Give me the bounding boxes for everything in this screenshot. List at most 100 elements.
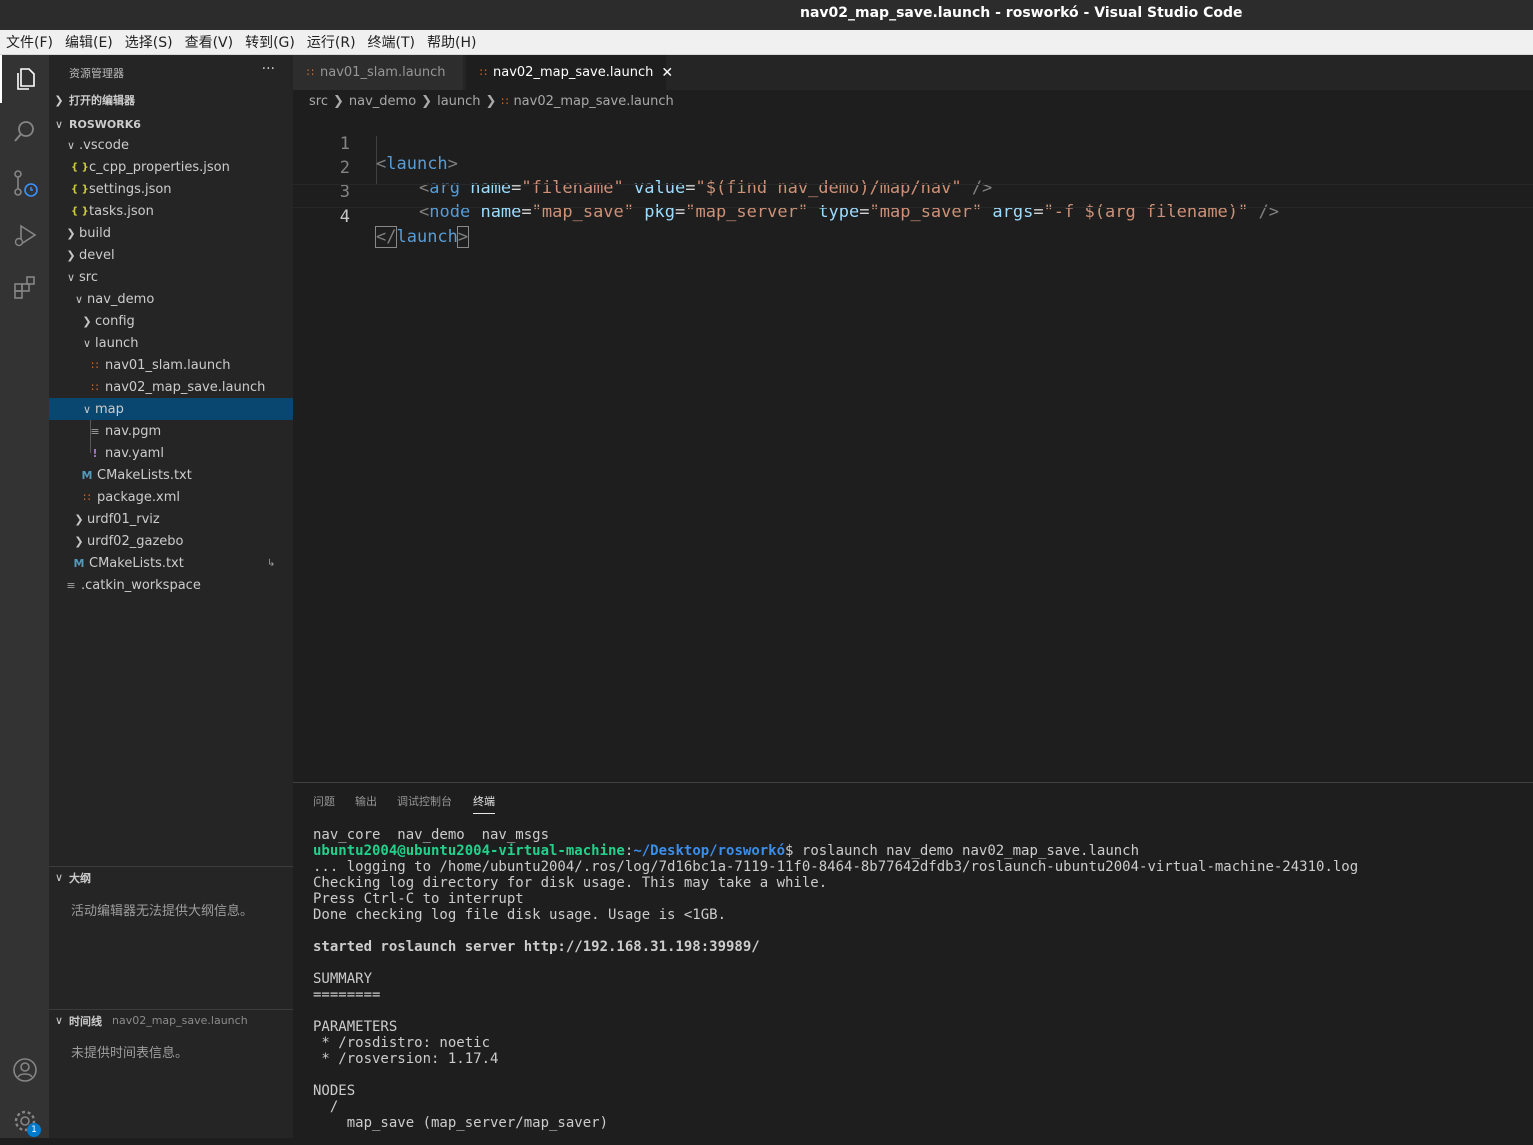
extensions-icon[interactable] (0, 263, 49, 311)
tree-folder-map[interactable]: ∨ map (49, 398, 293, 420)
cmake-icon: M (73, 556, 85, 570)
tree-label: nav.yaml (105, 445, 164, 461)
tree-file[interactable]: ∷ nav02_map_save.launch (49, 376, 293, 398)
terminal-line: started roslaunch server http://192.168.… (313, 939, 760, 955)
breadcrumb-launch[interactable]: launch (437, 94, 480, 109)
menu-help[interactable]: 帮助(H) (427, 32, 476, 52)
terminal-prompt-line: ubuntu2004@ubuntu2004-virtual-machine:~/… (313, 843, 1140, 859)
tree-file[interactable]: ≡ .catkin_workspace (49, 574, 293, 596)
rss-icon: ∷ (480, 66, 487, 79)
tree-label: src (79, 269, 98, 285)
tab-problems[interactable]: 问题 (313, 793, 335, 809)
outline-section[interactable]: ∨ 大纲 (49, 866, 293, 888)
tree-folder-urdf01[interactable]: ❯ urdf01_rviz (49, 508, 293, 530)
tree-label: package.xml (97, 489, 180, 505)
json-icon: { } (71, 183, 89, 195)
breadcrumb-file[interactable]: nav02_map_save.launch (513, 94, 673, 109)
menu-file[interactable]: 文件(F) (6, 32, 53, 52)
breadcrumb-src[interactable]: src (309, 94, 328, 109)
menu-run[interactable]: 运行(R) (307, 32, 356, 52)
tab-output[interactable]: 输出 (355, 793, 377, 809)
terminal-blank (313, 955, 1358, 971)
rss-icon: ∷ (83, 490, 91, 504)
terminal-line: NODES (313, 1083, 356, 1099)
tab-label: nav01_slam.launch (320, 65, 446, 80)
terminal-blank (313, 1067, 1358, 1083)
menu-view[interactable]: 查看(V) (185, 32, 234, 52)
tree-file[interactable]: { } settings.json (49, 178, 293, 200)
tree-label: .catkin_workspace (81, 577, 201, 593)
tree-label: map (95, 401, 124, 417)
tree-file[interactable]: M CMakeLists.txt (49, 464, 293, 486)
terminal-line: PARAMETERS (313, 1019, 398, 1035)
terminal-blank (313, 923, 1358, 939)
tree-label: nav_demo (87, 291, 155, 307)
activity-bar: 1 (0, 55, 49, 1138)
title-bar: nav02_map_save.launch - rosworkó - Visua… (0, 0, 1533, 30)
tree-file[interactable]: ≡ nav.pgm (49, 420, 293, 442)
more-actions-icon[interactable]: ··· (262, 61, 275, 77)
tree-folder-nav-demo[interactable]: ∨ nav_demo (49, 288, 293, 310)
tree-label: nav02_map_save.launch (105, 379, 266, 395)
timeline-file: nav02_map_save.launch (112, 1014, 248, 1027)
lines-icon: ≡ (90, 424, 100, 438)
line-number: 4 (339, 207, 350, 227)
code-line: 2 <arg name="filename" value="$(find nav… (293, 136, 1533, 198)
menu-selection[interactable]: 选择(S) (125, 32, 173, 52)
timeline-title: 时间线 (69, 1014, 102, 1028)
tree-folder-vscode[interactable]: ∨ .vscode (49, 134, 293, 156)
account-icon[interactable] (0, 1046, 49, 1094)
tree-file[interactable]: ! nav.yaml (49, 442, 293, 464)
tab-debug-console[interactable]: 调试控制台 (397, 793, 452, 809)
close-icon[interactable]: ✕ (661, 65, 673, 81)
code-text: </launch> (374, 226, 470, 248)
yaml-icon: ! (92, 446, 98, 460)
timeline-section[interactable]: ∨ 时间线 nav02_map_save.launch (49, 1009, 293, 1031)
chevron-right-icon: ❯ (485, 93, 497, 109)
run-debug-icon[interactable] (0, 211, 49, 259)
breadcrumb: src ❯ nav_demo ❯ launch ❯ ∷ nav02_map_save.… (293, 90, 1533, 112)
tree-folder-launch[interactable]: ∨ launch (49, 332, 293, 354)
chevron-right-icon: ❯ (66, 226, 76, 240)
sidebar-title: 资源管理器 (69, 67, 124, 80)
tab-nav01-slam[interactable]: ∷ nav01_slam.launch (293, 55, 463, 90)
json-icon: { } (71, 205, 89, 217)
breadcrumb-nav-demo[interactable]: nav_demo (349, 94, 416, 109)
terminal[interactable]: nav_core nav_demo nav_msgs ubuntu2004@ub… (313, 827, 1358, 1131)
workspace-section[interactable]: ∨ ROSWORK6 (49, 113, 293, 135)
tree-folder-build[interactable]: ❯ build (49, 222, 293, 244)
source-control-icon[interactable] (0, 159, 49, 207)
tree-label: .vscode (79, 137, 129, 153)
chevron-right-icon: ❯ (332, 93, 344, 109)
tree-folder-devel[interactable]: ❯ devel (49, 244, 293, 266)
chevron-right-icon: ❯ (74, 512, 84, 526)
tree-file[interactable]: { } c_cpp_properties.json (49, 156, 293, 178)
tree-file[interactable]: ∷ package.xml (49, 486, 293, 508)
outline-title: 大纲 (69, 871, 91, 885)
tree-folder-config[interactable]: ❯ config (49, 310, 293, 332)
tree-file[interactable]: ∷ nav01_slam.launch (49, 354, 293, 376)
chevron-down-icon: ∨ (54, 1014, 64, 1027)
chevron-down-icon: ∨ (82, 336, 92, 350)
tab-nav02-map-save[interactable]: ∷ nav02_map_save.launch ✕ (466, 55, 673, 90)
menu-edit[interactable]: 编辑(E) (65, 32, 113, 52)
menu-bar: 文件(F) 编辑(E) 选择(S) 查看(V) 转到(G) 运行(R) 终端(T… (0, 30, 1533, 55)
menu-go[interactable]: 转到(G) (245, 32, 295, 52)
terminal-line: * /rosversion: 1.17.4 (313, 1051, 499, 1067)
search-icon[interactable] (0, 107, 49, 155)
menu-terminal[interactable]: 终端(T) (368, 32, 415, 52)
tree-folder-urdf02[interactable]: ❯ urdf02_gazebo (49, 530, 293, 552)
open-editors-section[interactable]: ❯ 打开的编辑器 (49, 89, 293, 111)
explorer-icon[interactable] (0, 55, 49, 103)
chevron-down-icon: ∨ (66, 270, 76, 284)
tree-folder-src[interactable]: ∨ src (49, 266, 293, 288)
workspace-label: ROSWORK6 (69, 117, 141, 131)
tree-file[interactable]: { } tasks.json (49, 200, 293, 222)
code-line-current: 4 </launch> (293, 184, 1533, 248)
chevron-down-icon: ∨ (74, 292, 84, 306)
tree-label: c_cpp_properties.json (89, 159, 230, 175)
tree-file[interactable]: M CMakeLists.txt ↳ (49, 552, 293, 574)
rss-icon: ∷ (307, 66, 314, 79)
code-editor[interactable]: 1 <launch> 2 <arg name="filename" value=… (293, 112, 1533, 782)
tab-terminal[interactable]: 终端 (473, 793, 495, 814)
